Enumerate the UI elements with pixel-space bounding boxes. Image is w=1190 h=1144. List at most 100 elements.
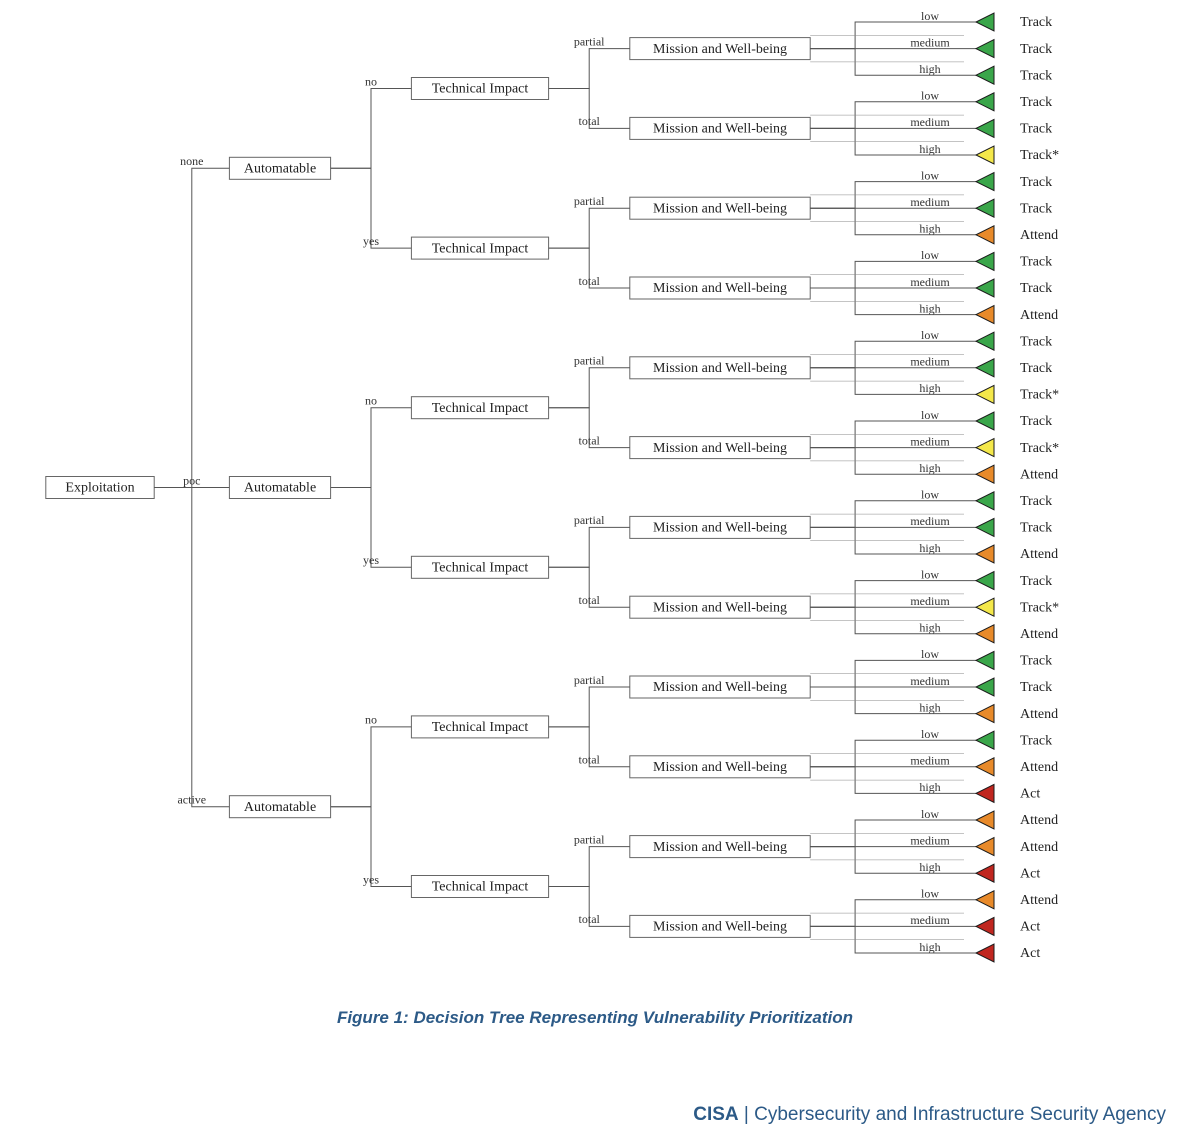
- mw-edge-label: medium: [910, 674, 950, 688]
- mw-edge-label: low: [921, 9, 939, 23]
- outcome-icon: [976, 199, 994, 217]
- outcome-label: Act: [1020, 920, 1040, 935]
- outcome-icon: [976, 306, 994, 324]
- outcome-icon: [976, 279, 994, 297]
- outcome-icon: [976, 731, 994, 749]
- outcome-icon: [976, 146, 994, 164]
- outcome-icon: [976, 917, 994, 935]
- mw-edge-label: medium: [910, 355, 950, 369]
- outcome-label: Track: [1020, 654, 1052, 669]
- outcome-icon: [976, 119, 994, 137]
- automatable-node-1-label: Automatable: [244, 481, 316, 496]
- outcome-icon: [976, 758, 994, 776]
- auto-edge-no: no: [365, 74, 377, 88]
- mission-node-7-label: Mission and Well-being: [653, 600, 787, 615]
- technical-impact-node-4-label: Technical Impact: [432, 720, 529, 735]
- mw-edge-label: high: [919, 461, 940, 475]
- mw-edge-label: low: [921, 168, 939, 182]
- outcome-label: Attend: [1020, 840, 1058, 855]
- outcome-label: Track: [1020, 733, 1052, 748]
- outcome-icon: [976, 864, 994, 882]
- mw-edge-label: low: [921, 807, 939, 821]
- ti-edge-partial: partial: [574, 194, 605, 208]
- mw-edge-label: low: [921, 488, 939, 502]
- outcome-label: Track: [1020, 255, 1052, 270]
- technical-impact-node-3-label: Technical Impact: [432, 561, 529, 576]
- outcome-icon: [976, 492, 994, 510]
- mw-edge-label: medium: [910, 434, 950, 448]
- outcome-icon: [976, 705, 994, 723]
- root-edge-2: active: [177, 792, 206, 806]
- auto-edge-no: no: [365, 713, 377, 727]
- auto-edge-yes: yes: [363, 234, 379, 248]
- mw-edge-label: high: [919, 541, 940, 555]
- outcome-icon: [976, 545, 994, 563]
- mission-node-1-label: Mission and Well-being: [653, 122, 787, 137]
- outcome-icon: [976, 252, 994, 270]
- ti-edge-partial: partial: [574, 513, 605, 527]
- mw-edge-label: high: [919, 940, 940, 954]
- mw-edge-label: medium: [910, 594, 950, 608]
- outcome-icon: [976, 439, 994, 457]
- mw-edge-label: high: [919, 301, 940, 315]
- mw-edge-label: medium: [910, 754, 950, 768]
- outcome-label: Track*: [1020, 148, 1059, 163]
- ti-edge-total: total: [579, 912, 601, 926]
- outcome-label: Track: [1020, 521, 1052, 536]
- mission-node-9-label: Mission and Well-being: [653, 760, 787, 775]
- decision-tree: Mission and Well-being low medium high Missi…: [0, 0, 1190, 1000]
- outcome-icon: [976, 944, 994, 962]
- outcome-icon: [976, 359, 994, 377]
- mw-edge-label: high: [919, 222, 940, 236]
- outcome-icon: [976, 518, 994, 536]
- outcome-icon: [976, 625, 994, 643]
- exploitation-node-label: Exploitation: [65, 481, 134, 496]
- outcome-icon: [976, 40, 994, 58]
- outcome-label: Track: [1020, 680, 1052, 695]
- outcome-icon: [976, 385, 994, 403]
- outcome-label: Attend: [1020, 760, 1058, 775]
- mw-edge-label: low: [921, 89, 939, 103]
- technical-impact-node-5-label: Technical Impact: [432, 880, 529, 895]
- automatable-node-2-label: Automatable: [244, 800, 316, 815]
- mw-edge-label: low: [921, 328, 939, 342]
- outcome-icon: [976, 173, 994, 191]
- outcome-icon: [976, 93, 994, 111]
- mw-edge-label: medium: [910, 913, 950, 927]
- outcome-icon: [976, 891, 994, 909]
- mw-edge-label: high: [919, 780, 940, 794]
- outcome-icon: [976, 66, 994, 84]
- outcome-label: Track: [1020, 95, 1052, 110]
- outcome-icon: [976, 13, 994, 31]
- mw-edge-label: low: [921, 567, 939, 581]
- mission-node-2-label: Mission and Well-being: [653, 201, 787, 216]
- ti-edge-total: total: [579, 593, 601, 607]
- mw-edge-label: medium: [910, 275, 950, 289]
- mw-edge-label: medium: [910, 514, 950, 528]
- mw-edge-label: high: [919, 700, 940, 714]
- outcome-label: Track: [1020, 42, 1052, 57]
- outcome-icon: [976, 651, 994, 669]
- outcome-label: Attend: [1020, 467, 1058, 482]
- mw-edge-label: medium: [910, 833, 950, 847]
- mw-edge-label: high: [919, 621, 940, 635]
- outcome-icon: [976, 784, 994, 802]
- mission-node-3-label: Mission and Well-being: [653, 281, 787, 296]
- outcome-icon: [976, 332, 994, 350]
- outcome-icon: [976, 598, 994, 616]
- mw-edge-label: low: [921, 887, 939, 901]
- mw-edge-label: high: [919, 62, 940, 76]
- outcome-label: Track: [1020, 122, 1052, 137]
- ti-edge-partial: partial: [574, 832, 605, 846]
- outcome-label: Attend: [1020, 813, 1058, 828]
- mission-node-11-label: Mission and Well-being: [653, 920, 787, 935]
- outcome-label: Track*: [1020, 441, 1059, 456]
- outcome-icon: [976, 412, 994, 430]
- technical-impact-node-2-label: Technical Impact: [432, 401, 529, 416]
- mission-node-0-label: Mission and Well-being: [653, 42, 787, 57]
- mission-node-10-label: Mission and Well-being: [653, 840, 787, 855]
- root-edge-1: poc: [183, 473, 200, 487]
- outcome-label: Track: [1020, 175, 1052, 190]
- outcome-label: Attend: [1020, 547, 1058, 562]
- mission-node-6-label: Mission and Well-being: [653, 521, 787, 536]
